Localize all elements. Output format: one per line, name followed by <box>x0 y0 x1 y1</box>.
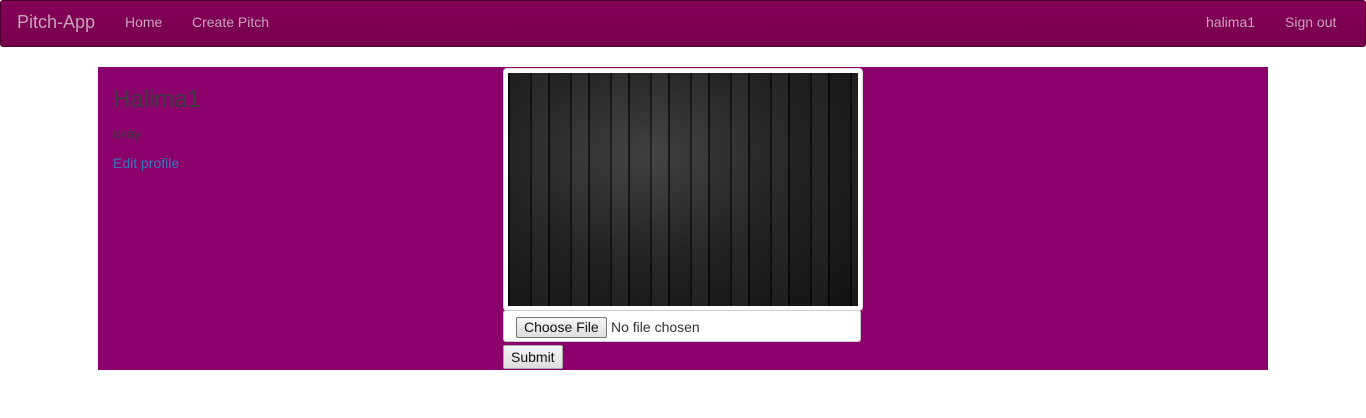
profile-name: Halima1 <box>113 86 202 113</box>
nav-create-pitch-link[interactable]: Create Pitch <box>192 14 269 30</box>
profile-panel: Halima1 okay Edit profile Choose File No… <box>98 67 1268 370</box>
brand-link[interactable]: Pitch-App <box>17 12 95 32</box>
choose-file-button[interactable]: Choose File <box>516 317 607 338</box>
nav-signout-link[interactable]: Sign out <box>1285 14 1336 30</box>
nav-home-link[interactable]: Home <box>125 14 162 30</box>
nav-username-link[interactable]: halima1 <box>1206 14 1255 30</box>
profile-photo <box>508 73 858 306</box>
top-navbar: Pitch-App Home Create Pitch halima1 Sign… <box>0 0 1366 47</box>
submit-button[interactable]: Submit <box>503 345 563 369</box>
edit-profile-link[interactable]: Edit profile <box>113 155 179 171</box>
file-upload-field[interactable]: Choose File No file chosen <box>503 310 861 342</box>
profile-photo-frame <box>503 68 863 311</box>
profile-bio: okay <box>113 126 141 141</box>
file-status-text: No file chosen <box>611 319 700 335</box>
